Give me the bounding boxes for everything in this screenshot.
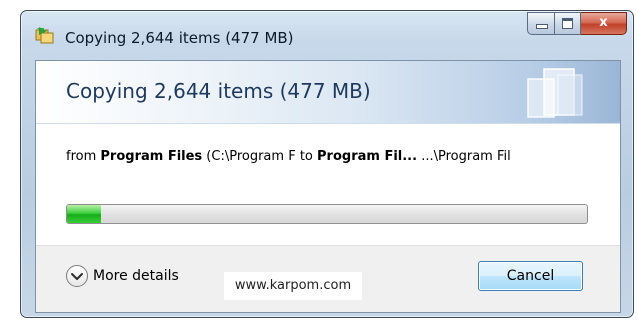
minimize-button[interactable]: [527, 12, 555, 35]
caption-buttons: x: [527, 12, 627, 35]
documents-icon: [527, 68, 583, 118]
copy-folders-icon: [35, 27, 54, 44]
close-icon: x: [599, 15, 608, 30]
minimize-icon: [536, 24, 548, 29]
source-folder-link[interactable]: Program Files: [100, 149, 202, 164]
copy-heading: Copying 2,644 items (477 MB): [66, 79, 371, 103]
more-details-label: More details: [93, 268, 179, 284]
more-details-button[interactable]: More details: [66, 264, 179, 288]
destination-folder-link[interactable]: Program Fil...: [317, 149, 417, 164]
transfer-path-line: from Program Files (C:\Program F to Prog…: [66, 149, 511, 164]
dialog-content: Copying 2,644 items (477 MB) from Progra…: [35, 60, 621, 313]
dialog-header: Copying 2,644 items (477 MB): [36, 61, 620, 124]
maximize-icon: [562, 18, 573, 29]
source-path: (C:\Program F: [202, 149, 296, 164]
maximize-button[interactable]: [555, 12, 581, 35]
close-button[interactable]: x: [581, 12, 627, 35]
to-label: to: [295, 149, 318, 164]
destination-path: ...\Program Fil: [417, 149, 511, 164]
dialog-footer: More details www.karpom.com Cancel: [36, 245, 620, 312]
progress-fill: [67, 205, 101, 223]
cancel-button[interactable]: Cancel: [478, 261, 583, 291]
copy-dialog-window: Copying 2,644 items (477 MB) x Copying 2…: [20, 10, 634, 318]
window-title: Copying 2,644 items (477 MB): [65, 29, 294, 47]
copy-progress-bar: [66, 204, 588, 224]
chevron-down-icon: [66, 265, 88, 287]
from-label: from: [66, 149, 101, 164]
watermark-text: www.karpom.com: [224, 272, 362, 300]
